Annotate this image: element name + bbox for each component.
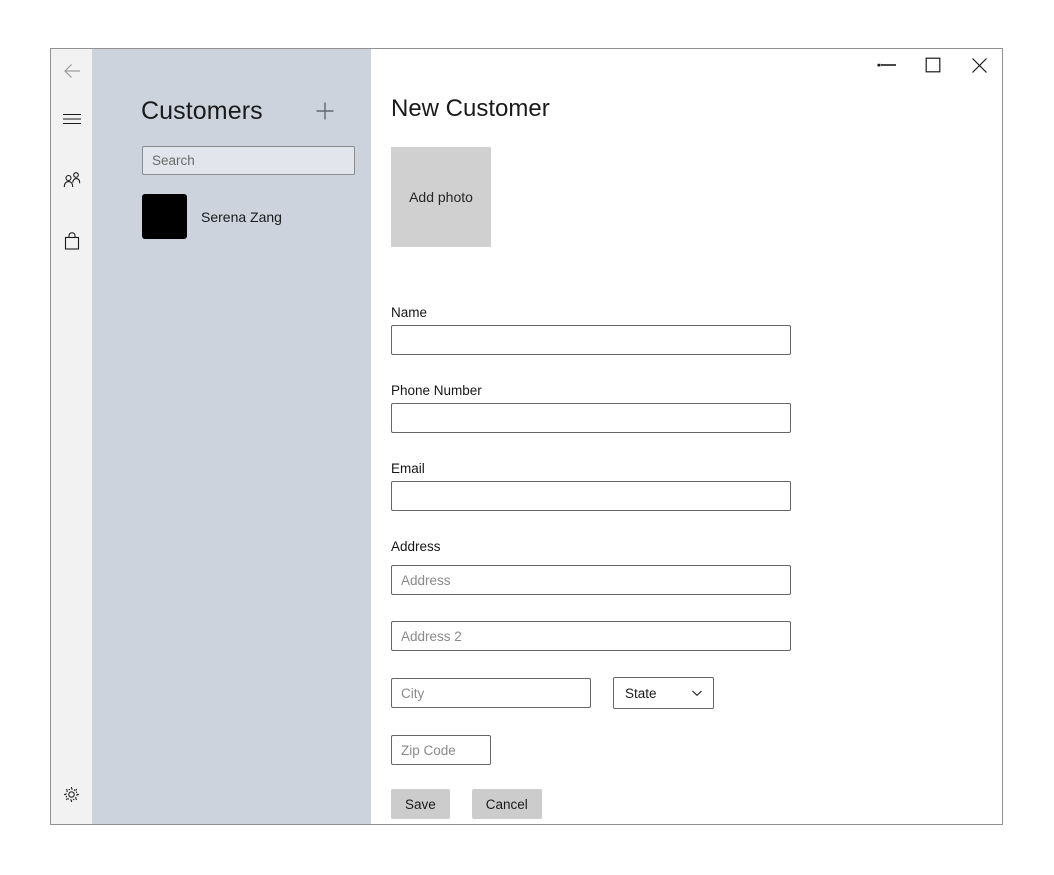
customers-people-icon [61, 170, 83, 192]
address-input[interactable] [391, 565, 791, 595]
field-email: Email [391, 461, 951, 511]
state-select[interactable]: State [613, 677, 714, 709]
list-item[interactable]: Serena Zang [142, 188, 361, 245]
phone-input[interactable] [391, 403, 791, 433]
field-label-email: Email [391, 461, 951, 476]
city-input[interactable] [391, 678, 591, 708]
field-address: Address [391, 539, 951, 595]
settings-gear-icon [61, 784, 82, 805]
app-window: Customers Serena Zang [50, 48, 1003, 825]
sidebar-item-customers[interactable] [51, 159, 92, 203]
field-phone: Phone Number [391, 383, 951, 433]
zip-input[interactable] [391, 735, 491, 765]
plus-icon [313, 99, 337, 123]
cancel-button[interactable]: Cancel [472, 789, 542, 819]
name-input[interactable] [391, 325, 791, 355]
maximize-icon [925, 57, 941, 73]
minimize-button[interactable] [864, 49, 910, 81]
field-label-name: Name [391, 305, 951, 320]
sidebar-item-orders[interactable] [51, 219, 92, 263]
orders-bag-icon [62, 230, 82, 252]
list-header: Customers [92, 49, 371, 125]
customer-list: Serena Zang [92, 188, 371, 245]
search-input[interactable] [142, 146, 355, 175]
customer-name: Serena Zang [201, 209, 282, 225]
form-actions: Save Cancel [391, 789, 951, 819]
city-state-row: State [391, 677, 951, 709]
field-label-address: Address [391, 539, 951, 554]
hamburger-menu-button[interactable] [51, 97, 92, 141]
email-input[interactable] [391, 481, 791, 511]
field-label-phone: Phone Number [391, 383, 951, 398]
titlebar-controls [864, 49, 1002, 81]
customers-list-pane: Customers Serena Zang [92, 49, 371, 824]
close-icon [971, 57, 988, 74]
field-name: Name [391, 305, 951, 355]
save-button[interactable]: Save [391, 789, 450, 819]
address2-input[interactable] [391, 621, 791, 651]
search-wrap [92, 125, 371, 175]
close-button[interactable] [956, 49, 1002, 81]
hamburger-menu-icon [62, 111, 82, 127]
back-button[interactable] [51, 49, 92, 93]
back-arrow-icon [61, 60, 83, 82]
chevron-down-icon [690, 686, 704, 700]
avatar [142, 194, 187, 239]
maximize-button[interactable] [910, 49, 956, 81]
new-customer-form: Add photo Name Phone Number Email Addres… [391, 147, 951, 819]
page-title: New Customer [391, 97, 550, 121]
minimize-icon [874, 59, 900, 71]
main-content: New Customer Add photo Name Phone Number… [371, 49, 1002, 824]
add-customer-button[interactable] [311, 97, 339, 125]
settings-button[interactable] [51, 772, 92, 816]
state-select-value: State [625, 686, 657, 701]
page-title-customers: Customers [141, 99, 263, 124]
nav-rail [51, 49, 92, 824]
add-photo-button[interactable]: Add photo [391, 147, 491, 247]
